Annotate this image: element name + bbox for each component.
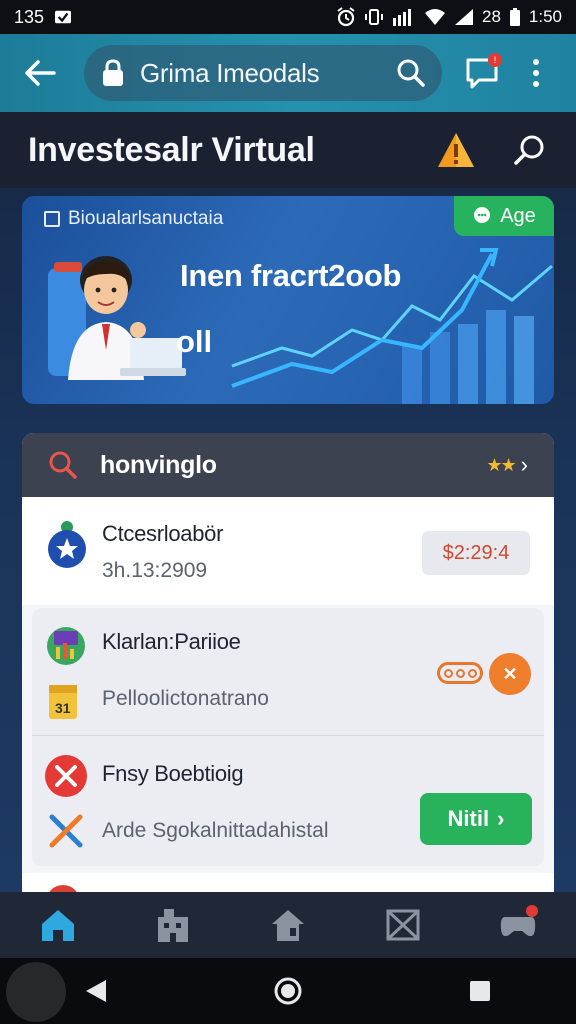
home-icon: [41, 910, 74, 941]
back-button[interactable]: [14, 47, 66, 99]
dot: [533, 81, 539, 87]
search-bar-title: Grima Imeodals: [140, 57, 320, 88]
house-icon: [271, 910, 304, 941]
nav-profile[interactable]: [488, 895, 548, 955]
floating-bubble[interactable]: [6, 962, 66, 1022]
chevron-right-icon: ›: [520, 452, 528, 477]
chart-folder-icon: [47, 627, 85, 665]
system-recents-button[interactable]: [450, 961, 510, 1021]
page-header: Investesalr Virtual: [0, 112, 576, 188]
search-icon[interactable]: [396, 58, 426, 88]
system-navigation-bar: [0, 958, 576, 1024]
list-item-subtitle: Arde Sgokalnittadahistal: [102, 819, 329, 842]
list-item-title: Fnsy Boebtioig: [102, 761, 244, 786]
building-icon: [157, 909, 188, 942]
list-item-title: Klarlan:Pariioe: [102, 629, 241, 654]
list-card: honvinglo ★★ › Ctcesrloabör 3h.13:2909 $…: [22, 433, 554, 903]
close-icon: ✕: [502, 663, 518, 684]
banner-subline: oll: [176, 324, 213, 359]
person-with-laptop-illustration: [48, 256, 186, 380]
notification-badge: !: [488, 53, 502, 67]
rating-stars: ★★: [486, 454, 516, 475]
chevron-right-icon: ›: [497, 806, 505, 831]
close-button[interactable]: ✕: [489, 653, 531, 695]
vibrate-icon: [364, 9, 383, 25]
address-search-bar[interactable]: Grima Imeodals: [84, 45, 442, 101]
search-icon: [49, 451, 77, 479]
dot: [455, 668, 465, 678]
app-notification-icon: [55, 10, 72, 24]
banner-badge[interactable]: Age: [454, 196, 554, 236]
price-badge[interactable]: $2:29:4: [422, 531, 530, 575]
list-item-subtitle: 3h.13:2909: [102, 559, 208, 582]
divider: [32, 735, 544, 736]
nav-tools[interactable]: [373, 895, 433, 955]
card-header-label: honvinglo: [100, 450, 217, 479]
signal-bars-icon: [392, 9, 411, 26]
checkbox-icon: [44, 211, 60, 227]
overflow-menu-button[interactable]: [526, 51, 546, 95]
cancel-icon: [45, 755, 87, 797]
wifi-icon: [424, 9, 445, 25]
list-item-subtitle: Pelloolictonatrano: [102, 687, 269, 710]
alarm-icon: [337, 7, 355, 27]
nav-buildings[interactable]: [143, 895, 203, 955]
banner-badge-text: Age: [500, 204, 536, 227]
page-title: Investesalr Virtual: [28, 130, 315, 169]
banner-label: Bioualarlsanuctaia: [44, 208, 223, 230]
system-back-button[interactable]: [66, 961, 126, 1021]
calendar-icon: 31: [49, 685, 77, 719]
card-header[interactable]: honvinglo ★★ ›: [22, 433, 554, 497]
square-recents-icon: [470, 981, 490, 1001]
dot: [467, 668, 477, 678]
banner-label-text: Bioualarlsanuctaia: [68, 208, 224, 229]
dot: [533, 70, 539, 76]
search-icon[interactable]: [512, 132, 548, 168]
status-bar: 135 28 1:50: [0, 0, 576, 34]
signal-text: 28: [481, 7, 501, 26]
messages-button[interactable]: !: [460, 51, 504, 95]
svg-text:31: 31: [55, 700, 71, 716]
star-badge-icon: [48, 521, 86, 568]
bottom-navigation: [0, 892, 576, 958]
app-bar: Grima Imeodals !: [0, 34, 576, 112]
promo-banner[interactable]: Bioualarlsanuctaia Age Inen fracrt2oob o…: [22, 196, 554, 404]
next-button-label: Nitil: [447, 806, 490, 831]
nav-house[interactable]: [258, 895, 318, 955]
chat-bubble-icon: [474, 207, 491, 223]
warning-icon[interactable]: [436, 130, 476, 170]
battery-icon: [509, 8, 520, 26]
arrow-left-icon: [25, 60, 56, 86]
cell-signal-icon: [454, 9, 473, 25]
clock: 1:50: [528, 7, 562, 26]
link-toggle[interactable]: [437, 662, 483, 684]
system-home-button[interactable]: [258, 961, 318, 1021]
lock-icon: [103, 59, 123, 86]
dot: [443, 668, 453, 678]
next-button[interactable]: Nitil ›: [420, 793, 532, 845]
list-item-title: Ctcesrloabör: [102, 521, 224, 546]
nav-home[interactable]: [28, 895, 88, 955]
tools-icon: [49, 814, 83, 848]
triangle-back-icon: [86, 980, 106, 1002]
circle-home-icon: [274, 977, 302, 1005]
status-left-text: 135: [14, 6, 45, 27]
banner-headline: Inen fracrt2oob: [180, 258, 402, 293]
dot: [533, 59, 539, 65]
frame-tools-icon: [386, 909, 420, 941]
